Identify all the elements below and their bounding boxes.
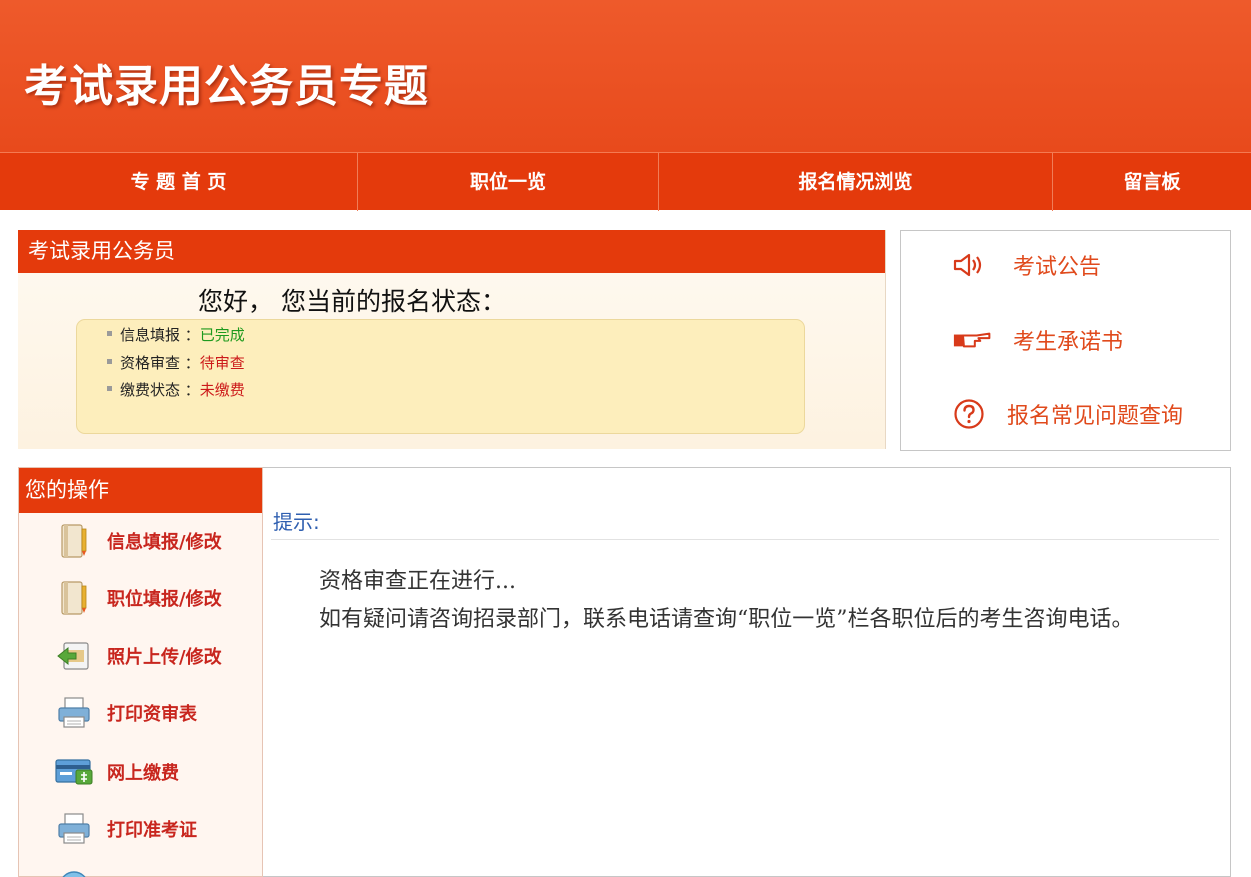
- link-label: 报名常见问题查询: [1007, 404, 1184, 429]
- status-value-complete: 已完成: [199, 326, 245, 344]
- op-label: 打印资审表: [107, 704, 197, 725]
- link-label: 考试公告: [1013, 255, 1102, 280]
- link-faq[interactable]: 报名常见问题查询: [953, 394, 1183, 434]
- upload-photo-icon: [49, 636, 99, 676]
- question-icon: [953, 396, 993, 432]
- link-candidate-pledge[interactable]: 考生承诺书: [953, 320, 1123, 360]
- status-row-review: 资格审查 ：待审查: [107, 352, 245, 373]
- globe-icon: [49, 866, 99, 877]
- status-label: 缴费状态 ：: [120, 381, 200, 399]
- nav-item-message-board[interactable]: 留言板: [1053, 153, 1251, 211]
- banner-title: 考试录用公务员专题: [24, 61, 429, 112]
- op-label: 照片上传/修改: [107, 647, 222, 668]
- tip-line-1: 资格审查正在进行...: [319, 569, 516, 594]
- link-label: 考生承诺书: [1013, 330, 1124, 355]
- op-info-fill[interactable]: 信息填报/修改: [49, 519, 222, 563]
- op-photo-upload[interactable]: 照片上传/修改: [49, 634, 222, 678]
- op-position-fill[interactable]: 职位填报/修改: [49, 576, 222, 620]
- operations-title: 您的操作: [19, 468, 262, 513]
- op-partial-item[interactable]: [49, 864, 99, 877]
- operations-sidebar: 您的操作 信息填报/修改 职位填报/修改 照片上传/修改 打印资审表 网上缴费 …: [18, 467, 263, 877]
- document-icon: [49, 578, 99, 618]
- op-label: 网上缴费: [107, 763, 179, 784]
- document-icon: [49, 521, 99, 561]
- speaker-icon: [953, 247, 993, 283]
- status-label: 信息填报 ：: [120, 326, 200, 344]
- printer-icon: [49, 809, 99, 849]
- payment-card-icon: [49, 752, 99, 792]
- op-label: 信息填报/修改: [107, 532, 222, 553]
- printer-icon: [49, 693, 99, 733]
- bullet-icon: [107, 359, 112, 364]
- nav-item-positions[interactable]: 职位一览: [358, 153, 658, 211]
- op-label: 职位填报/修改: [107, 589, 222, 610]
- page-banner: 考试录用公务员专题: [0, 0, 1251, 152]
- status-greeting: 您好， 您当前的报名状态：: [198, 287, 506, 316]
- status-row-info: 信息填报 ：已完成: [107, 324, 245, 345]
- registration-status-panel: 考试录用公务员 您好， 您当前的报名状态： 信息填报 ：已完成 资格审查 ：待审…: [18, 230, 886, 449]
- bullet-icon: [107, 386, 112, 391]
- tip-panel: 提示: 资格审查正在进行... 如有疑问请咨询招录部门，联系电话请查询“职位一览…: [263, 467, 1231, 877]
- pointing-hand-icon: [953, 322, 993, 358]
- status-panel-title: 考试录用公务员: [18, 230, 885, 273]
- status-list: 信息填报 ：已完成 资格审查 ：待审查 缴费状态 ：未缴费: [76, 319, 805, 434]
- op-print-review-form[interactable]: 打印资审表: [49, 691, 197, 735]
- quick-links-panel: 考试公告 考生承诺书 报名常见问题查询: [900, 230, 1231, 451]
- op-label: 打印准考证: [107, 820, 197, 841]
- nav-item-registration-stats[interactable]: 报名情况浏览: [659, 153, 1052, 211]
- status-value-unpaid: 未缴费: [199, 381, 245, 399]
- nav-item-home[interactable]: 专 题 首 页: [0, 153, 357, 211]
- bullet-icon: [107, 331, 112, 336]
- op-print-admission-ticket[interactable]: 打印准考证: [49, 807, 197, 851]
- tip-title: 提示:: [273, 510, 320, 534]
- tip-line-2: 如有疑问请咨询招录部门，联系电话请查询“职位一览”栏各职位后的考生咨询电话。: [319, 607, 1134, 632]
- tip-body: 资格审查正在进行... 如有疑问请咨询招录部门，联系电话请查询“职位一览”栏各职…: [275, 563, 1215, 639]
- op-online-payment[interactable]: 网上缴费: [49, 750, 179, 794]
- status-row-payment: 缴费状态 ：未缴费: [107, 379, 245, 400]
- status-value-pending: 待审查: [199, 354, 245, 372]
- tip-divider: [271, 539, 1219, 540]
- status-label: 资格审查 ：: [120, 354, 200, 372]
- link-exam-announcement[interactable]: 考试公告: [953, 245, 1101, 285]
- main-nav: 专 题 首 页 职位一览 报名情况浏览 留言板: [0, 152, 1251, 211]
